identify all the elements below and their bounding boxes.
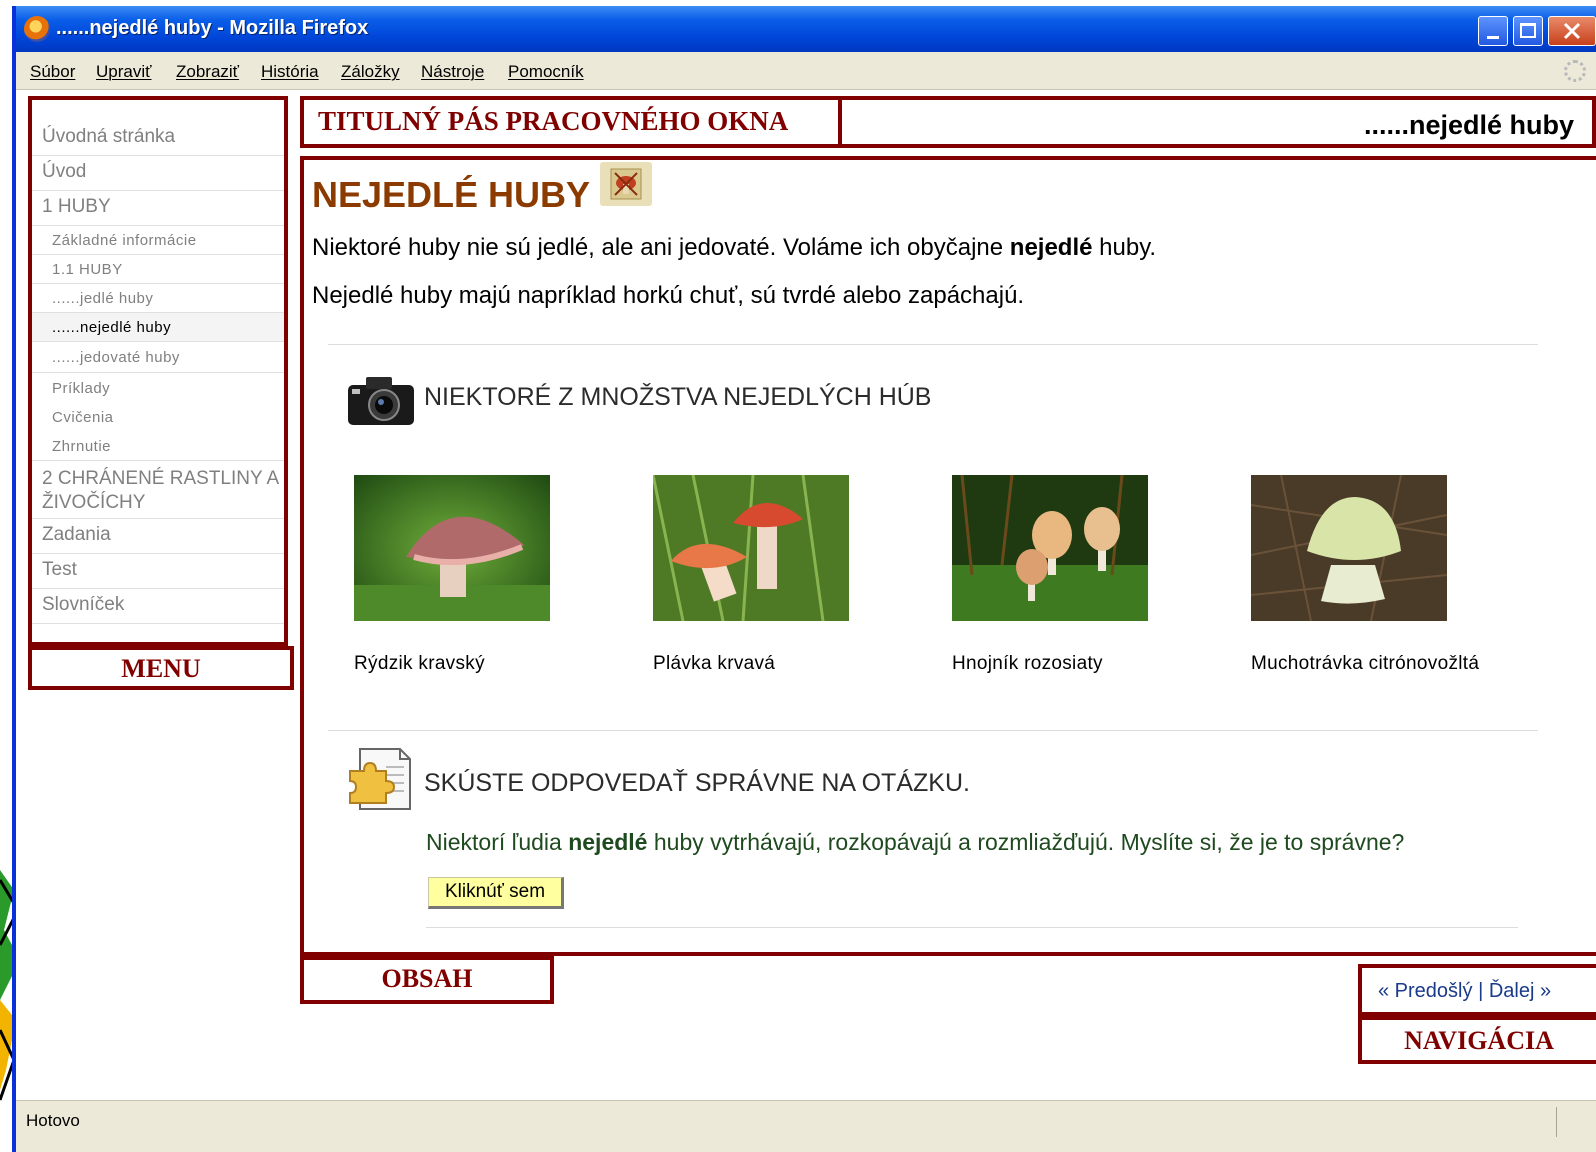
next-link[interactable]: Ďalej » bbox=[1489, 980, 1551, 1002]
answer-button[interactable]: Kliknúť sem bbox=[428, 877, 564, 909]
menu-bar: Súbor Upraviť Zobraziť História Záložky … bbox=[16, 52, 1596, 90]
navigation-callout-label: NAVIGÁCIA bbox=[1404, 1026, 1554, 1055]
sidebar-item-intro[interactable]: Úvod bbox=[32, 156, 284, 191]
title-strip-callout: TITULNÝ PÁS PRACOVNÉHO OKNA bbox=[300, 96, 842, 148]
page-title-text: NEJEDLÉ HUBY bbox=[312, 174, 591, 215]
gallery-panel: NIEKTORÉ Z MNOŽSTVA NEJEDLÝCH HÚB Rýdzik… bbox=[328, 344, 1538, 724]
intro-paragraph-1: Niektoré huby nie sú jedlé, ale ani jedo… bbox=[312, 234, 1156, 262]
question-panel: SKÚSTE ODPOVEDAŤ SPRÁVNE NA OTÁZKU. Niek… bbox=[328, 730, 1538, 950]
mushroom-photo-4[interactable] bbox=[1251, 475, 1447, 621]
close-icon bbox=[1563, 22, 1581, 40]
sidebar-item-inedible[interactable]: ......nejedlé huby bbox=[32, 313, 284, 342]
sidebar-item-poisonous[interactable]: ......jedovaté huby bbox=[32, 342, 284, 373]
question-text-bold: nejedlé bbox=[568, 829, 648, 855]
page-viewport: Úvodná stránka Úvod 1 HUBY Základné info… bbox=[16, 90, 1596, 1100]
status-divider bbox=[1556, 1107, 1557, 1137]
menu-history[interactable]: História bbox=[261, 62, 319, 82]
menu-bookmarks[interactable]: Záložky bbox=[341, 62, 400, 82]
maximize-button[interactable] bbox=[1513, 16, 1543, 46]
intro-1-text: Niektoré huby nie sú jedlé, ale ani jedo… bbox=[312, 234, 1010, 261]
sidebar-item-test[interactable]: Test bbox=[32, 554, 284, 589]
title-strip-callout-label: TITULNÝ PÁS PRACOVNÉHO OKNA bbox=[318, 106, 789, 136]
browser-window: ......nejedlé huby - Mozilla Firefox Súb… bbox=[12, 6, 1596, 1152]
puzzle-icon bbox=[349, 748, 411, 810]
gallery-heading: NIEKTORÉ Z MNOŽSTVA NEJEDLÝCH HÚB bbox=[424, 383, 932, 411]
question-heading: SKÚSTE ODPOVEDAŤ SPRÁVNE NA OTÁZKU. bbox=[424, 769, 970, 797]
sidebar-item-exercises[interactable]: Cvičenia bbox=[32, 402, 284, 431]
sidebar-item-basic-info[interactable]: Základné informácie bbox=[32, 226, 284, 255]
menu-tools[interactable]: Nástroje bbox=[421, 62, 484, 82]
page-strip-title: ......nejedlé huby bbox=[1363, 110, 1574, 140]
mushroom-photo-2[interactable] bbox=[653, 475, 849, 621]
mushroom-badge-icon bbox=[600, 162, 652, 206]
sidebar-menu: Úvodná stránka Úvod 1 HUBY Základné info… bbox=[28, 96, 288, 646]
mushroom-caption-1: Rýdzik kravský bbox=[354, 653, 485, 674]
close-button[interactable] bbox=[1548, 16, 1596, 46]
intro-1-bold: nejedlé bbox=[1009, 234, 1093, 261]
navigation-box: « Predošlý | Ďalej » bbox=[1358, 964, 1596, 1016]
camera-icon bbox=[348, 377, 414, 425]
menu-callout: MENU bbox=[28, 646, 294, 690]
question-text: Niektorí ľudia nejedlé huby vytrhávajú, … bbox=[426, 829, 1404, 856]
sidebar-item-examples[interactable]: Príklady bbox=[32, 373, 284, 402]
mushroom-caption-3: Hnojník rozosiaty bbox=[952, 653, 1103, 674]
navigation-callout: NAVIGÁCIA bbox=[1358, 1016, 1596, 1064]
mushroom-caption-4: Muchotrávka citrónovožltá bbox=[1251, 653, 1480, 674]
sidebar-item-summary[interactable]: Zhrnutie bbox=[32, 431, 284, 461]
status-text: Hotovo bbox=[26, 1111, 80, 1130]
window-title: ......nejedlé huby - Mozilla Firefox bbox=[56, 17, 369, 39]
content-area: NEJEDLÉ HUBY Niektoré huby nie sú jedlé,… bbox=[300, 156, 1596, 956]
page-title: NEJEDLÉ HUBY bbox=[312, 174, 590, 216]
menu-edit[interactable]: Upraviť bbox=[96, 62, 152, 82]
prev-link[interactable]: « Predošlý bbox=[1378, 980, 1473, 1002]
mushroom-caption-2: Plávka krvavá bbox=[653, 653, 776, 674]
question-text-start: Niektorí ľudia bbox=[426, 829, 569, 855]
content-callout-label: OBSAH bbox=[381, 964, 473, 993]
menu-callout-label: MENU bbox=[121, 654, 201, 683]
question-text-end: huby vytrhávajú, rozkopávajú a rozmliažď… bbox=[647, 829, 1405, 855]
menu-file[interactable]: Súbor bbox=[30, 62, 75, 82]
sidebar-item-glossary[interactable]: Slovníček bbox=[32, 589, 284, 624]
sidebar-item-huby[interactable]: 1 HUBY bbox=[32, 191, 284, 226]
question-divider bbox=[426, 927, 1518, 928]
sidebar-item-edible[interactable]: ......jedlé huby bbox=[32, 284, 284, 313]
intro-1-end: huby. bbox=[1092, 234, 1157, 261]
title-strip: ......nejedlé huby bbox=[842, 96, 1596, 148]
nav-separator: | bbox=[1478, 980, 1484, 1002]
sidebar-item-assignments[interactable]: Zadania bbox=[32, 519, 284, 554]
mushroom-photo-1[interactable] bbox=[354, 475, 550, 621]
content-callout: OBSAH bbox=[300, 956, 554, 1004]
status-bar: Hotovo bbox=[16, 1100, 1596, 1152]
menu-help[interactable]: Pomocník bbox=[508, 62, 584, 82]
minimize-button[interactable] bbox=[1478, 16, 1508, 46]
intro-paragraph-2: Nejedlé huby majú napríklad horkú chuť, … bbox=[312, 282, 1025, 309]
firefox-icon bbox=[24, 16, 50, 42]
loading-throbber-icon bbox=[1564, 60, 1586, 82]
title-bar[interactable]: ......nejedlé huby - Mozilla Firefox bbox=[16, 6, 1596, 52]
sidebar-item-protected[interactable]: 2 CHRÁNENÉ RASTLINY A ŽIVOČÍCHY bbox=[32, 461, 284, 519]
navigation-links: « Predošlý | Ďalej » bbox=[1378, 980, 1551, 1003]
sidebar-item-home[interactable]: Úvodná stránka bbox=[32, 120, 284, 156]
menu-view[interactable]: Zobraziť bbox=[176, 62, 239, 82]
sidebar-item-1-1-huby[interactable]: 1.1 HUBY bbox=[32, 255, 284, 284]
mushroom-photo-3[interactable] bbox=[952, 475, 1148, 621]
